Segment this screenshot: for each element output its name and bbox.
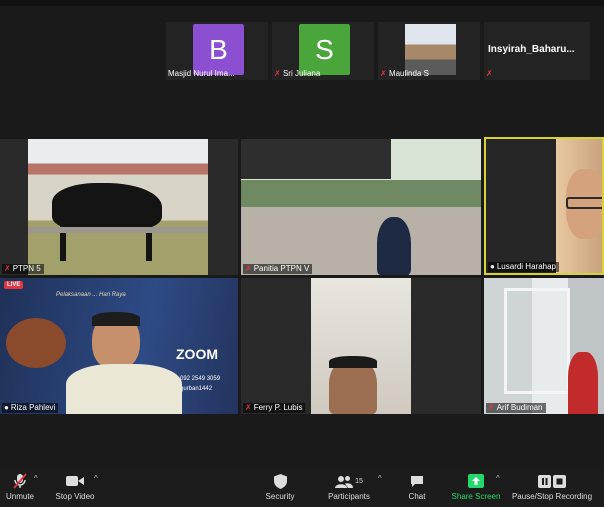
video-options-caret[interactable]: ^ — [94, 474, 98, 483]
top-bar — [0, 0, 604, 6]
participant-name: Ferry P. Lubis — [253, 403, 303, 412]
live-badge: LIVE — [4, 281, 24, 289]
mic-muted-icon: ✗ — [245, 403, 252, 412]
meeting-password: qurban1442 — [180, 386, 213, 392]
share-options-caret[interactable]: ^ — [496, 474, 500, 483]
chat-bubble-icon — [402, 472, 432, 490]
person-foreground — [377, 217, 411, 275]
presenter-hair — [92, 312, 140, 326]
mic-muted-icon: ✗ — [380, 69, 387, 78]
video-tile-ptpn5[interactable]: ✗ PTPN 5 — [0, 139, 238, 275]
mic-muted-icon: ✗ — [488, 403, 495, 412]
mic-icon: ● — [490, 262, 495, 271]
mic-muted-icon: ✗ — [245, 264, 252, 273]
participant-name: Panitia PTPN V — [253, 264, 310, 273]
participant-name-large: Insyirah_Baharu... — [488, 44, 575, 55]
participant-name: Riza Pahlevi — [10, 403, 56, 412]
pause-stop-icon — [510, 472, 594, 490]
participant-name: Sri Juliana — [282, 69, 321, 78]
video-tile-riza[interactable]: LIVE Pelaksanaan ... Hari Raya ZOOM 092 … — [0, 278, 238, 414]
canopy-roof — [241, 139, 391, 179]
video-tile-ferry[interactable]: ✗ Ferry P. Lubis — [241, 278, 481, 414]
audio-options-caret[interactable]: ^ — [34, 474, 38, 483]
participant-name: Lusardi Harahap — [496, 262, 556, 271]
participant-tile-maulinda[interactable]: ✗ Maulinda S — [378, 22, 480, 80]
chat-button[interactable]: Chat — [402, 472, 432, 506]
zoom-logo-text: ZOOM — [176, 346, 218, 362]
shield-icon — [262, 472, 298, 490]
presenter — [62, 312, 182, 414]
video-tile-arif[interactable]: ✗ Arif Budiman — [484, 278, 604, 414]
person-partial — [568, 352, 598, 414]
meeting-toolbar: Unmute ^ Stop Video ^ Security 15 Partic… — [0, 468, 604, 507]
fence — [28, 227, 208, 233]
people-icon: 15 — [324, 472, 374, 490]
mic-muted-icon: ✗ — [486, 69, 493, 78]
participant-tile-sri[interactable]: S ✗ Sri Juliana — [272, 22, 374, 80]
avatar: S — [299, 24, 350, 75]
participant-name: Maulinda S — [388, 69, 429, 78]
participant-name: Masjid Nurul Ima... — [168, 69, 235, 78]
background-wall — [486, 139, 556, 273]
participant-tile-masjid[interactable]: B Masjid Nurul Ima... — [166, 22, 268, 80]
video-camera-icon — [50, 472, 100, 490]
share-screen-icon — [450, 472, 502, 490]
slide-heading: Pelaksanaan ... Hari Raya — [56, 292, 126, 298]
participants-count: 15 — [355, 477, 363, 485]
share-screen-button[interactable]: Share Screen — [450, 472, 502, 506]
buffalo-silhouette — [52, 183, 162, 231]
video-tile-panitia[interactable]: ✗ Panitia PTPN V — [241, 139, 481, 275]
participants-button[interactable]: 15 Participants — [324, 472, 374, 506]
presenter-body — [66, 364, 182, 414]
video-tile-lusardi[interactable]: ● Lusardi Harahap — [484, 137, 604, 275]
security-button[interactable]: Security — [262, 472, 298, 506]
participant-name: Arif Budiman — [496, 403, 543, 412]
avatar: B — [193, 24, 244, 75]
participants-options-caret[interactable]: ^ — [378, 474, 382, 483]
mic-muted-icon: ✗ — [274, 69, 281, 78]
hair — [329, 356, 377, 368]
mic-muted-icon: ✗ — [4, 264, 11, 273]
participant-tile-insyirah[interactable]: Insyirah_Baharu... ✗ — [484, 22, 590, 80]
meeting-id: 092 2549 3059 — [180, 376, 221, 382]
pause-stop-recording-button[interactable]: Pause/Stop Recording — [510, 472, 594, 506]
profile-photo — [405, 24, 456, 75]
participant-name: PTPN 5 — [12, 264, 41, 273]
window-frame — [504, 288, 570, 394]
mic-icon: ● — [4, 403, 9, 412]
stop-video-button[interactable]: Stop Video — [50, 472, 100, 506]
glasses — [566, 197, 602, 209]
cow-illustration — [6, 318, 66, 368]
